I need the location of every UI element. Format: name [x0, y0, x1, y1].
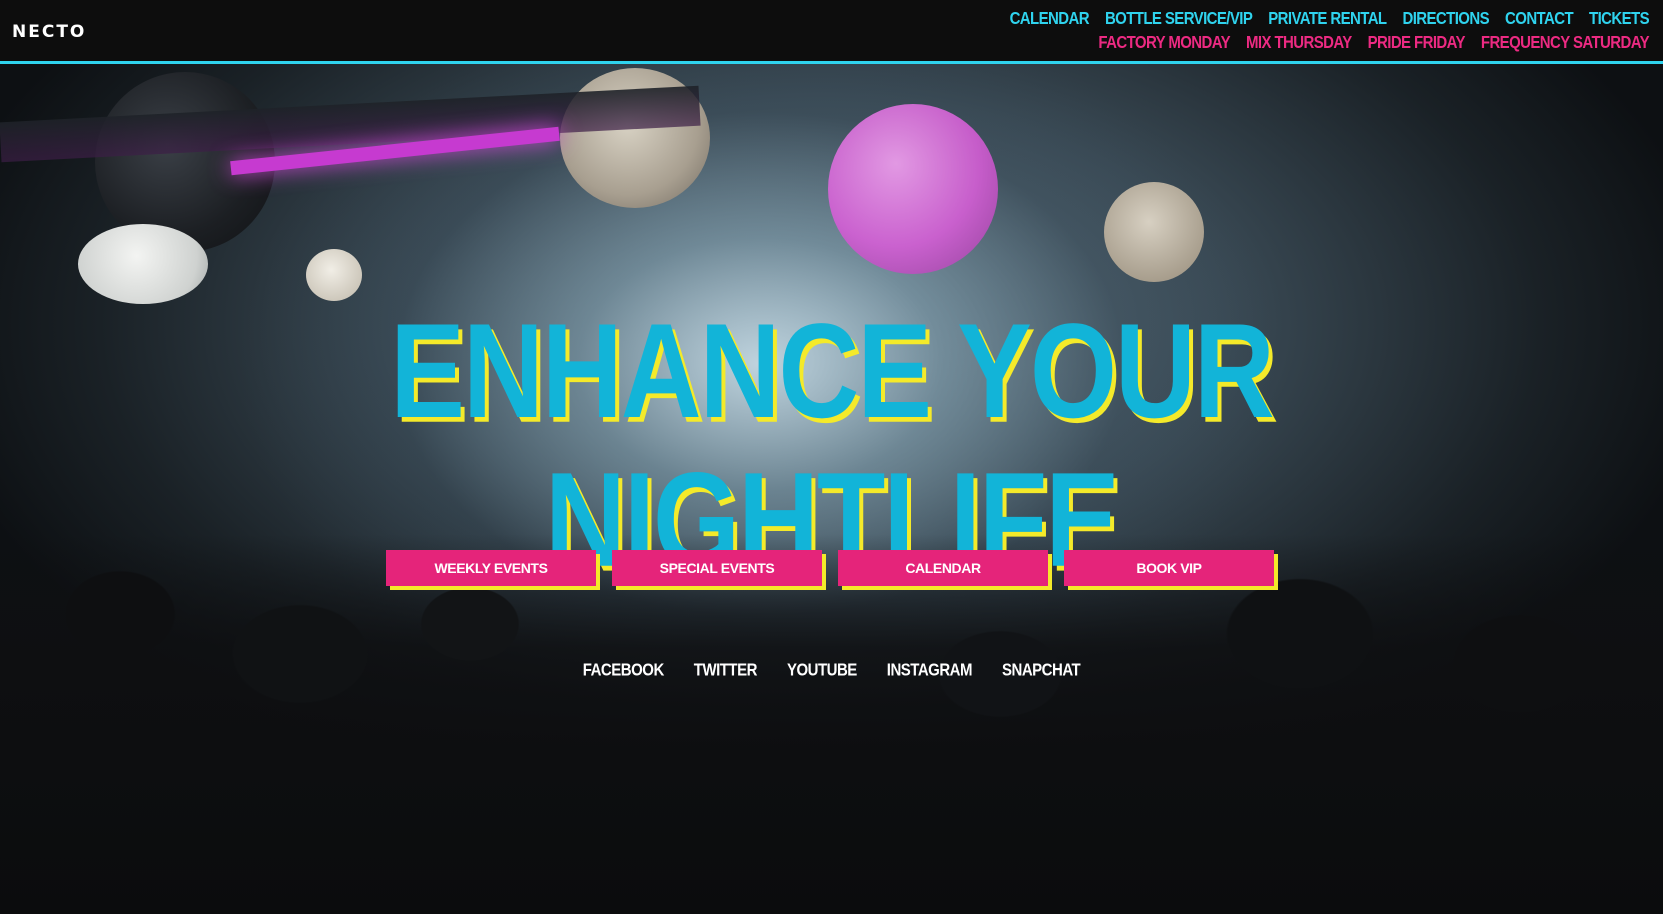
small-lantern [306, 249, 362, 301]
white-lantern [78, 224, 208, 304]
nav-link-frequency-saturday[interactable]: FREQUENCY SATURDAY [1481, 33, 1650, 53]
top-navigation-bar: NECTO CALENDAR BOTTLE SERVICE/VIP PRIVAT… [0, 0, 1663, 64]
secondary-nav: FACTORY MONDAY MIX THURSDAY PRIDE FRIDAY… [1098, 33, 1649, 53]
nav-link-private-rental[interactable]: PRIVATE RENTAL [1268, 9, 1387, 29]
page: NECTO CALENDAR BOTTLE SERVICE/VIP PRIVAT… [0, 0, 1663, 914]
youtube-link[interactable]: YOUTUBE [787, 661, 857, 681]
instagram-link[interactable]: INSTAGRAM [887, 661, 973, 681]
hero-cta-group: WEEKLY EVENTS SPECIAL EVENTS CALENDAR BO… [386, 550, 1274, 586]
primary-nav: CALENDAR BOTTLE SERVICE/VIP PRIVATE RENT… [1010, 9, 1650, 29]
nav-link-calendar[interactable]: CALENDAR [1010, 9, 1090, 29]
nav-link-bottle-service[interactable]: BOTTLE SERVICE/VIP [1105, 9, 1253, 29]
book-vip-button[interactable]: BOOK VIP [1064, 550, 1274, 586]
nav-link-contact[interactable]: CONTACT [1505, 9, 1574, 29]
weekly-events-button[interactable]: WEEKLY EVENTS [386, 550, 596, 586]
nav-link-factory-monday[interactable]: FACTORY MONDAY [1098, 33, 1230, 53]
social-links: FACEBOOK TWITTER YOUTUBE INSTAGRAM SNAPC… [0, 661, 1663, 681]
calendar-button[interactable]: CALENDAR [838, 550, 1048, 586]
pink-lantern [828, 104, 998, 274]
nav-link-tickets[interactable]: TICKETS [1589, 9, 1650, 29]
twitter-link[interactable]: TWITTER [694, 661, 758, 681]
nav-link-mix-thursday[interactable]: MIX THURSDAY [1246, 33, 1352, 53]
nav-link-pride-friday[interactable]: PRIDE FRIDAY [1368, 33, 1466, 53]
snapchat-link[interactable]: SNAPCHAT [1002, 661, 1081, 681]
special-events-button[interactable]: SPECIAL EVENTS [612, 550, 822, 586]
headline-line-1: ENHANCE YOUR [390, 295, 1275, 446]
beige-lantern [1104, 182, 1204, 282]
necto-logo[interactable]: NECTO [12, 22, 86, 42]
facebook-link[interactable]: FACEBOOK [583, 661, 665, 681]
nav-link-directions[interactable]: DIRECTIONS [1403, 9, 1490, 29]
